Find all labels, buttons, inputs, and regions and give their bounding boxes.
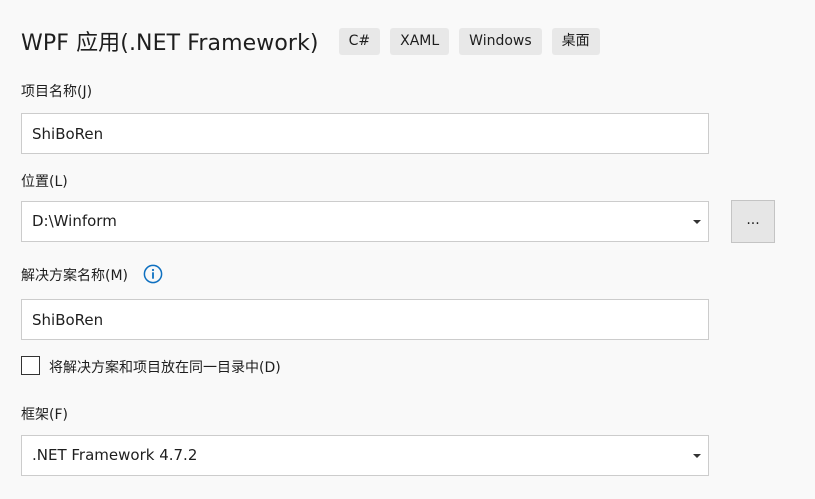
- chevron-down-icon: [693, 454, 701, 458]
- location-label: 位置(L): [21, 174, 68, 190]
- framework-value: .NET Framework 4.7.2: [32, 446, 198, 464]
- tag-xaml: XAML: [390, 27, 450, 55]
- tag-windows: Windows: [459, 27, 542, 55]
- tag-desktop: 桌面: [551, 27, 600, 55]
- same-directory-checkbox[interactable]: [21, 356, 40, 375]
- info-icon[interactable]: [143, 264, 163, 284]
- project-name-input[interactable]: [21, 113, 709, 154]
- location-value: D:\Winform: [32, 212, 117, 230]
- header: WPF 应用(.NET Framework) C# XAML Windows 桌…: [21, 24, 600, 58]
- page-title: WPF 应用(.NET Framework): [21, 31, 319, 56]
- framework-label: 框架(F): [21, 407, 68, 423]
- project-name-label: 项目名称(J): [21, 84, 93, 100]
- browse-button[interactable]: ...: [731, 200, 775, 243]
- same-directory-label[interactable]: 将解决方案和项目放在同一目录中(D): [49, 357, 281, 377]
- tag-csharp: C#: [338, 27, 381, 55]
- solution-name-input[interactable]: [21, 299, 709, 340]
- framework-combobox[interactable]: .NET Framework 4.7.2: [21, 435, 709, 476]
- solution-name-label: 解决方案名称(M): [21, 268, 129, 284]
- configure-project-page: WPF 应用(.NET Framework) C# XAML Windows 桌…: [0, 0, 815, 499]
- location-combobox[interactable]: D:\Winform: [21, 201, 709, 242]
- chevron-down-icon: [693, 220, 701, 224]
- tag-list: C# XAML Windows 桌面: [338, 27, 600, 55]
